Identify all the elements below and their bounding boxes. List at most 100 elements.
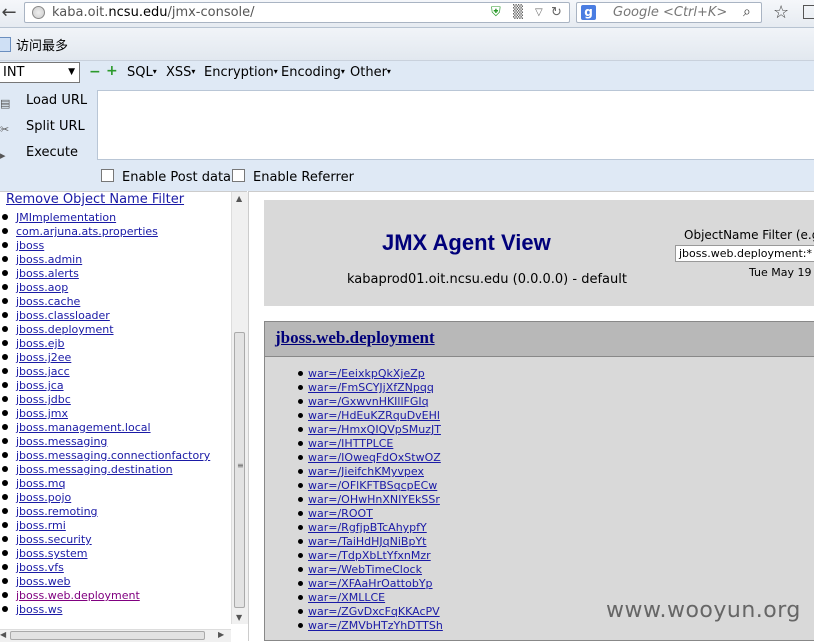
domain-link[interactable]: jboss.cache — [16, 295, 80, 308]
type-select[interactable]: INT ▼ — [0, 62, 80, 83]
menu-encoding[interactable]: Encoding▾ — [281, 65, 345, 80]
remove-filter-link[interactable]: Remove Object Name Filter — [6, 192, 184, 207]
domain-link[interactable]: jboss.remoting — [16, 505, 98, 518]
domain-link[interactable]: JMImplementation — [16, 211, 116, 224]
enable-referrer-checkbox[interactable]: Enable Referrer — [232, 169, 354, 185]
plus-icon[interactable]: + — [106, 63, 118, 79]
domain-link[interactable]: jboss.security — [16, 533, 92, 546]
split-url-button[interactable]: ✂ Split URL — [0, 119, 85, 137]
menu-other[interactable]: Other▾ — [350, 65, 391, 80]
list-item: jboss — [0, 239, 210, 253]
domain-link[interactable]: jboss.messaging.destination — [16, 463, 173, 476]
domain-link[interactable]: jboss.classloader — [16, 309, 110, 322]
hackbar-url-textarea[interactable] — [97, 90, 814, 160]
vertical-scrollbar[interactable]: ▲ ≡ ▼ — [231, 192, 248, 624]
horizontal-scroll-thumb[interactable] — [10, 631, 205, 640]
war-link[interactable]: war=/OFlKFTBSqcpECw — [308, 479, 437, 492]
list-item: jboss.messaging — [0, 435, 210, 449]
shield-icon[interactable]: ⛨ — [491, 5, 501, 20]
domain-link[interactable]: jboss.mq — [16, 477, 65, 490]
war-link[interactable]: war=/TdpXbLtYfxnMzr — [308, 549, 431, 562]
url-text[interactable]: kaba.oit.ncsu.edu/jmx-console/ — [52, 5, 255, 20]
war-link[interactable]: war=/ROOT — [308, 507, 373, 520]
load-url-button[interactable]: ▤ Load URL — [0, 93, 87, 111]
war-link[interactable]: war=/HdEuKZRquDvEHl — [308, 409, 440, 422]
post-checkbox-box[interactable] — [101, 169, 114, 182]
search-box[interactable]: g Google <Ctrl+K> ⌕ — [576, 2, 762, 23]
war-link[interactable]: war=/JieifchKMyvpex — [308, 465, 424, 478]
domain-link[interactable]: jboss.system — [16, 547, 88, 560]
domain-link[interactable]: jboss.web.deployment — [16, 589, 140, 602]
referrer-checkbox-box[interactable] — [232, 169, 245, 182]
war-link[interactable]: war=/EeixkpQkXjeZp — [308, 367, 425, 380]
menu-xss[interactable]: XSS▾ — [166, 65, 195, 80]
domain-link[interactable]: jboss.management.local — [16, 421, 151, 434]
war-link[interactable]: war=/IHTTPLCE — [308, 437, 393, 450]
war-link[interactable]: war=/ZMVbHTzYhDTTSh — [308, 619, 443, 632]
war-link[interactable]: war=/XMLLCE — [308, 591, 385, 604]
war-link[interactable]: war=/ZGvDxcFqKKAcPV — [308, 605, 440, 618]
url-bar[interactable]: kaba.oit.ncsu.edu/jmx-console/ ⛨ ▒ ▽ ↻ — [24, 2, 570, 23]
domain-link[interactable]: jboss — [16, 239, 44, 252]
minus-icon[interactable]: − — [89, 64, 101, 80]
list-item: war=/HdEuKZRquDvEHl — [298, 409, 443, 423]
domain-link[interactable]: jboss.alerts — [16, 267, 79, 280]
domain-link[interactable]: jboss.messaging.connectionfactory — [16, 449, 210, 462]
reload-icon[interactable]: ↻ — [551, 5, 562, 20]
menu-sql[interactable]: SQL▾ — [127, 65, 157, 80]
domain-link[interactable]: jboss.pojo — [16, 491, 71, 504]
domain-link[interactable]: jboss.ejb — [16, 337, 65, 350]
domain-link[interactable]: com.arjuna.ats.properties — [16, 225, 158, 238]
object-name-filter-input[interactable]: jboss.web.deployment:* — [675, 245, 814, 262]
domain-link[interactable]: jboss.jmx — [16, 407, 68, 420]
war-link[interactable]: war=/IOweqFdOxStwOZ — [308, 451, 441, 464]
qr-code-icon[interactable]: ▒ — [513, 5, 523, 20]
war-link[interactable]: war=/XFAaHrOattobYp — [308, 577, 433, 590]
domain-link[interactable]: jboss.admin — [16, 253, 82, 266]
domain-link[interactable]: jboss.j2ee — [16, 351, 71, 364]
war-link[interactable]: war=/RgfjpBTcAhypfY — [308, 521, 427, 534]
domain-link[interactable]: jboss.ws — [16, 603, 62, 616]
google-icon[interactable]: g — [581, 5, 596, 20]
host-info: kabaprod01.oit.ncsu.edu (0.0.0.0) - defa… — [347, 272, 627, 287]
domain-link[interactable]: jboss.deployment — [16, 323, 114, 336]
scroll-left-icon[interactable]: ◀ — [0, 630, 6, 639]
domain-link[interactable]: jboss.aop — [16, 281, 68, 294]
scroll-up-icon[interactable]: ▲ — [236, 194, 242, 203]
domain-link[interactable]: jboss.vfs — [16, 561, 64, 574]
bookmark-folder-icon — [0, 37, 11, 52]
war-link[interactable]: war=/FmSCYJjXfZNpqq — [308, 381, 434, 394]
scroll-down-icon[interactable]: ▼ — [236, 613, 242, 622]
war-link[interactable]: war=/GxwvnHKIllFGIq — [308, 395, 429, 408]
menu-encryption[interactable]: Encryption▾ — [204, 65, 278, 80]
scroll-right-icon[interactable]: ▶ — [218, 630, 224, 639]
section-title-link[interactable]: jboss.web.deployment — [275, 328, 435, 348]
domain-link[interactable]: jboss.messaging — [16, 435, 107, 448]
bookmark-star-icon[interactable]: ☆ — [773, 2, 789, 23]
war-link[interactable]: war=/HmxQIQVpSMuzJT — [308, 423, 441, 436]
domain-link[interactable]: jboss.jca — [16, 379, 64, 392]
war-link[interactable]: war=/TaiHdHJqNiBpYt — [308, 535, 426, 548]
scroll-thumb[interactable]: ≡ — [234, 332, 245, 608]
enable-post-checkbox[interactable]: Enable Post data — [101, 169, 231, 185]
execute-button[interactable]: ▸ Execute — [0, 145, 78, 163]
toolbar-overflow-icon[interactable] — [803, 5, 814, 19]
domain-link[interactable]: jboss.jdbc — [16, 393, 71, 406]
war-link[interactable]: war=/OHwHnXNIYEkSSr — [308, 493, 440, 506]
bookmark-most-visited[interactable]: 访问最多 — [0, 35, 68, 54]
menu-other-label: Other — [350, 65, 387, 80]
list-item: jboss.web.deployment — [0, 589, 210, 603]
domain-link[interactable]: jboss.web — [16, 575, 70, 588]
domain-link[interactable]: jboss.rmi — [16, 519, 66, 532]
bookmark-label: 访问最多 — [16, 39, 69, 54]
filter-label: ObjectName Filter (e.g.: "jb — [684, 228, 814, 242]
domain-link[interactable]: jboss.jacc — [16, 365, 70, 378]
dropdown-icon[interactable]: ▽ — [535, 7, 543, 18]
list-item: war=/RgfjpBTcAhypfY — [298, 521, 443, 535]
back-arrow-icon[interactable]: ← — [0, 2, 20, 24]
domain-list-frame: Remove Object Name Filter JMImplementati… — [0, 191, 248, 642]
war-link[interactable]: war=/WebTimeClock — [308, 563, 422, 576]
bookmarks-bar: 访问最多 — [0, 28, 814, 61]
horizontal-scrollbar[interactable]: ◀ ▶ — [0, 629, 231, 642]
search-icon[interactable]: ⌕ — [743, 4, 751, 20]
